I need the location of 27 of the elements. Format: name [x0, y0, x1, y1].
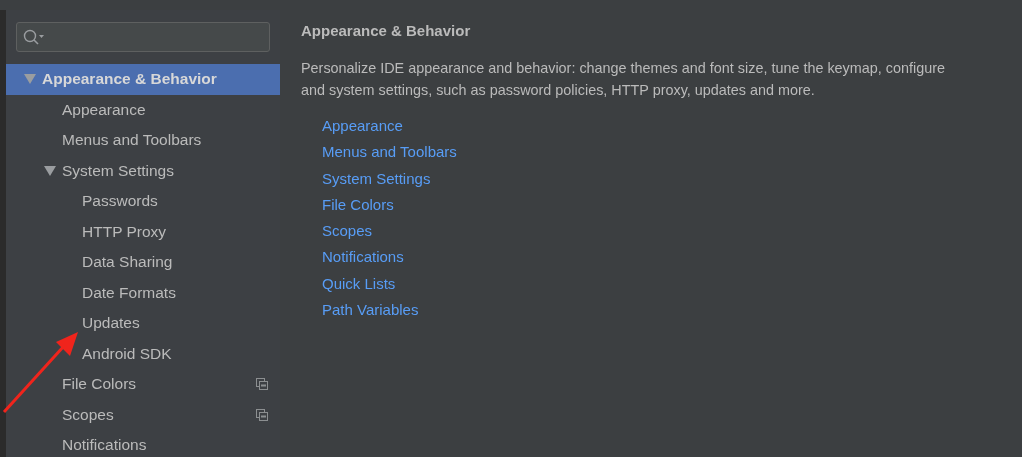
settings-link[interactable]: System Settings: [322, 165, 431, 192]
tree-item[interactable]: Notifications: [6, 430, 280, 457]
tree-item[interactable]: Date Formats: [6, 277, 280, 308]
settings-link[interactable]: Quick Lists: [322, 270, 396, 298]
section-description: Personalize IDE appearance and behavior: change themes and font size, tune the keymap, configure and system settings, such as password policies, HTTP proxy, updates and more.: [301, 59, 946, 100]
tree-item[interactable]: Passwords: [6, 186, 280, 217]
tree-item[interactable]: File Colors: [6, 369, 280, 400]
tree-item[interactable]: Updates: [6, 308, 280, 339]
tree-item[interactable]: System Settings: [6, 155, 280, 186]
section-title: Appearance & Behavior: [301, 22, 472, 39]
settings-link[interactable]: Menus and Toolbars: [322, 139, 457, 166]
tree-item[interactable]: Android SDK: [6, 338, 280, 369]
tree-item[interactable]: Appearance: [6, 94, 280, 125]
settings-link[interactable]: Path Variables: [322, 297, 419, 324]
tree-item[interactable]: Menus and Toolbars: [6, 125, 280, 156]
expand-caret-icon[interactable]: [44, 164, 56, 177]
settings-link[interactable]: File Colors: [322, 191, 394, 219]
tree-item[interactable]: Data Sharing: [6, 247, 280, 278]
settings-link[interactable]: Notifications: [322, 244, 404, 271]
expand-caret-icon[interactable]: [24, 73, 36, 86]
tree-item[interactable]: Appearance & Behavior: [6, 64, 280, 95]
search-icon: [23, 29, 45, 45]
search-field[interactable]: [16, 22, 270, 52]
tree-item[interactable]: Scopes: [6, 399, 280, 430]
settings-link[interactable]: Scopes: [322, 218, 373, 245]
tree-item[interactable]: HTTP Proxy: [6, 216, 280, 247]
settings-link[interactable]: Appearance: [322, 113, 403, 140]
